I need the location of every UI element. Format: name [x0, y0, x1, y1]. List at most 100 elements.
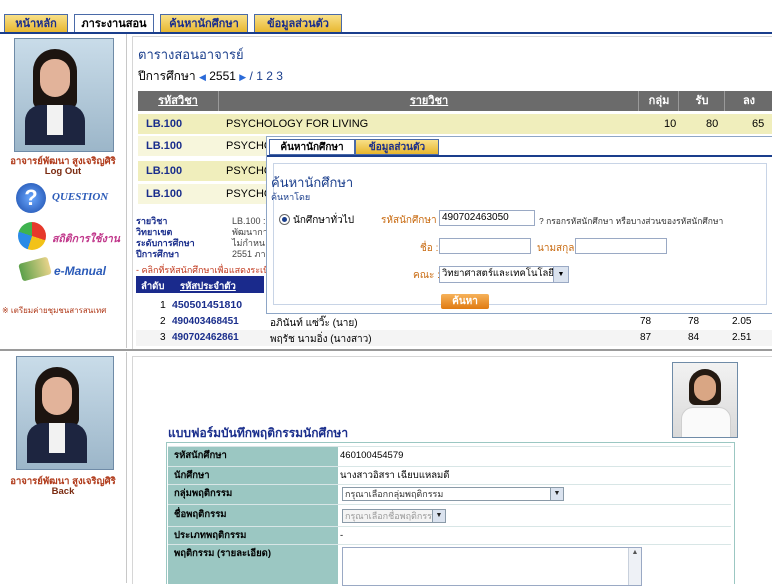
course-info-labels: รายวิชา วิทยาเขต ระดับการศึกษา ปีการศึกษ… [136, 216, 195, 260]
header-enroll: ลง [724, 91, 772, 111]
course-name: PSYCHOLOGY FOR LIVING [226, 118, 369, 130]
behavior-type-value: - [340, 530, 344, 541]
student-name-value: นางสาวอิสรา เฉียบแหลมดี [340, 470, 450, 481]
course-code[interactable]: LB.100 [146, 118, 182, 130]
next-year-icon[interactable]: ▶ [239, 72, 246, 82]
course-accept: 80 [706, 118, 719, 130]
radio-label: นักศึกษาทั่วไป [293, 215, 355, 226]
header-group: กลุ่ม [638, 91, 679, 111]
general-student-radio[interactable] [279, 214, 290, 225]
behavior-name-label: ชื่อพฤติกรรม [168, 505, 338, 527]
popup-tab-search[interactable]: ค้นหานักศึกษา [269, 139, 355, 155]
scroll-up-icon[interactable]: ▲ [629, 548, 641, 558]
logout-link[interactable]: Log Out [0, 166, 126, 177]
maintenance-note: ※ เตรียมค่ายชุมชนสารสนเทศ [2, 306, 107, 315]
student-no: 3 [160, 332, 166, 343]
tab-teaching-load[interactable]: ภาระงานสอน [74, 14, 154, 33]
student-gpa: 2.05 [732, 316, 752, 327]
faculty-label: คณะ : [413, 270, 440, 281]
chevron-down-icon[interactable]: ▼ [550, 488, 563, 500]
student-table-header: ลำดับ รหัสประจำตัว [136, 276, 264, 293]
student-name: พฤรัช นามอิ่ง (นางสาว) [270, 334, 372, 345]
behavior-group-select[interactable]: กรุณาเลือกกลุ่มพฤติกรรม ▼ [342, 487, 564, 501]
first-name-input[interactable] [439, 238, 531, 254]
surname-input[interactable] [575, 238, 667, 254]
course-group: 10 [664, 118, 677, 130]
faculty-selected: วิทยาศาสตร์และเทคโนโลยี [442, 268, 554, 279]
tab-underline [0, 32, 772, 34]
student-no: 1 [160, 299, 166, 311]
label-year: ปีการศึกษา [136, 249, 180, 259]
schedule-row[interactable]: LB.100 PSYCHOLOGY FOR LIVING 10 80 65 [138, 114, 772, 134]
student-id-link[interactable]: 490702462861 [172, 332, 239, 343]
course-code[interactable]: LB.100 [146, 188, 182, 200]
student-score-1: 78 [640, 316, 652, 327]
student-photo [672, 362, 738, 438]
back-link[interactable]: Back [0, 486, 126, 497]
form-row-behavior-detail: พฤติกรรม (รายละเอียด) ▲ [168, 544, 731, 586]
search-button[interactable]: ค้นหา [441, 294, 489, 309]
student-score-2: 84 [688, 332, 700, 343]
student-id-link[interactable]: 450501451810 [172, 299, 242, 311]
tab-home[interactable]: หน้าหลัก [4, 14, 68, 33]
header-course[interactable]: รายวิชา [218, 91, 639, 111]
behavior-detail-label: พฤติกรรม (รายละเอียด) [168, 545, 338, 584]
course-code[interactable]: LB.100 [146, 165, 182, 177]
behavior-group-label: กลุ่มพฤติกรรม [168, 485, 338, 505]
popup-tab-profile[interactable]: ข้อมูลส่วนตัว [355, 139, 439, 155]
column-divider [126, 352, 127, 583]
behavior-name-select[interactable]: กรุณาเลือกชื่อพฤติกรรม ▼ [342, 509, 446, 523]
student-name: อภินันท์ แซ่วิ๊ะ (นาย) [270, 318, 358, 329]
teacher-photo [16, 356, 114, 470]
student-id-input[interactable]: 490702463050 [439, 210, 535, 226]
term-links[interactable]: / 1 2 3 [250, 69, 283, 83]
year-selector: ปีการศึกษา ◀ 2551 ▶ / 1 2 3 [138, 67, 283, 86]
student-score-2: 78 [688, 316, 700, 327]
course-enroll: 65 [752, 118, 765, 130]
student-gpa: 2.51 [732, 332, 752, 343]
tab-student-search[interactable]: ค้นหานักศึกษา [160, 14, 248, 33]
student-score-1: 87 [640, 332, 652, 343]
header-accept: รับ [678, 91, 725, 111]
student-id-value: 460100454579 [340, 450, 404, 461]
chevron-down-icon[interactable]: ▼ [553, 267, 568, 282]
manual-icon[interactable] [18, 256, 52, 282]
chevron-down-icon[interactable]: ▼ [432, 510, 445, 522]
student-no: 2 [160, 316, 166, 327]
behavior-group-selected: กรุณาเลือกกลุ่มพฤติกรรม [345, 489, 444, 499]
stats-link[interactable]: สถิติการใช้งาน [52, 230, 120, 247]
question-link[interactable]: QUESTION [52, 191, 108, 203]
stats-pie-icon[interactable] [18, 222, 46, 250]
course-code[interactable]: LB.100 [146, 140, 182, 152]
top-nav: หน้าหลัก ภาระงานสอน ค้นหานักศึกษา ข้อมูล… [0, 0, 772, 33]
manual-link[interactable]: e-Manual [54, 264, 106, 278]
header-student-id[interactable]: รหัสประจำตัว [180, 279, 236, 294]
popup-subtitle: ค้นหาโดย [271, 192, 311, 202]
behavior-detail-textarea[interactable]: ▲ [342, 547, 642, 586]
faculty-select[interactable]: วิทยาศาสตร์และเทคโนโลยี ▼ [439, 266, 569, 283]
textarea-scrollbar[interactable]: ▲ [628, 548, 641, 585]
student-row: 3 490702462861 พฤรัช นามอิ่ง (นางสาว) 87… [136, 330, 772, 346]
schedule-header: รหัสวิชา รายวิชา กลุ่ม รับ ลง [138, 91, 772, 111]
section-separator [0, 349, 772, 351]
label-campus: วิทยาเขต [136, 227, 173, 237]
label-course: รายวิชา [136, 216, 168, 226]
popup-tab-line [267, 155, 772, 157]
behavior-name-selected: กรุณาเลือกชื่อพฤติกรรม [345, 511, 438, 521]
year-label: ปีการศึกษา [138, 69, 196, 83]
tab-profile[interactable]: ข้อมูลส่วนตัว [254, 14, 342, 33]
click-hint: - คลิกที่รหัสนักศึกษาเพื่อแสดงระเบีย [136, 265, 275, 275]
header-code[interactable]: รหัสวิชา [138, 91, 218, 111]
student-id-label: รหัสนักศึกษา [168, 447, 338, 467]
question-icon[interactable]: ? [16, 183, 46, 213]
student-id-link[interactable]: 490403468451 [172, 316, 239, 327]
schedule-title: ตารางสอนอาจารย์ [138, 47, 244, 62]
label-level: ระดับการศึกษา [136, 238, 195, 248]
prev-year-icon[interactable]: ◀ [199, 72, 206, 82]
student-id-label: รหัสนักศึกษา : [381, 215, 443, 226]
header-no: ลำดับ [141, 281, 165, 292]
name-label: ชื่อ : [420, 243, 439, 254]
form-row-student-id: รหัสนักศึกษา 460100454579 [168, 446, 731, 467]
form-row-behavior-name: ชื่อพฤติกรรม กรุณาเลือกชื่อพฤติกรรม ▼ [168, 504, 731, 527]
form-row-behavior-group: กลุ่มพฤติกรรม กรุณาเลือกกลุ่มพฤติกรรม ▼ [168, 484, 731, 505]
